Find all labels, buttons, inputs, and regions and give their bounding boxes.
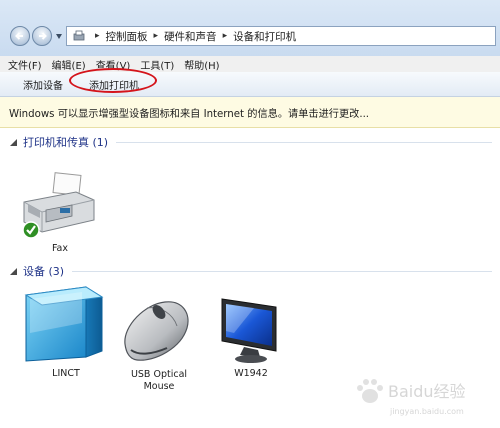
breadcrumb-separator: ▸ (153, 31, 159, 41)
breadcrumb-separator: ▸ (222, 31, 228, 41)
info-bar-text: Windows 可以显示增强型设备图标和来自 Internet 的信息。请单击进… (9, 108, 370, 120)
add-device-button[interactable]: 添加设备 (17, 74, 69, 95)
baidu-watermark: Baidu经验 jingyan.baidu.com (357, 379, 466, 416)
breadcrumb-devices-printers[interactable]: 设备和打印机 (233, 29, 296, 44)
device-item-linct[interactable]: LINCT (22, 283, 110, 380)
menu-file[interactable]: 文件(F) (8, 57, 42, 72)
breadcrumb-separator: ▸ (95, 31, 100, 41)
mouse-icon (124, 301, 189, 361)
group-title-devices: 设备 (3) (23, 265, 65, 278)
info-bar[interactable]: Windows 可以显示增强型设备图标和来自 Internet 的信息。请单击进… (0, 97, 500, 128)
add-printer-button[interactable]: 添加打印机 (69, 67, 157, 95)
menu-tools[interactable]: 工具(T) (140, 57, 174, 72)
command-bar: 添加设备 添加打印机 (0, 67, 500, 97)
monitor-icon (221, 298, 277, 363)
menu-help[interactable]: 帮助(H) (184, 57, 219, 72)
device-item-fax[interactable]: Fax (20, 172, 100, 255)
device-item-w1942[interactable]: W1942 (214, 293, 288, 380)
address-box[interactable]: ▸ 控制面板 ▸ 硬件和声音 ▸ 设备和打印机 (66, 26, 496, 46)
fax-label: Fax (51, 243, 69, 254)
forward-button[interactable] (32, 26, 52, 46)
watermark-url: jingyan.baidu.com (389, 407, 464, 416)
group-title-printers: 打印机和传真 (1) (23, 136, 109, 149)
breadcrumb-control-panel[interactable]: 控制面板 (106, 29, 148, 44)
group-header-devices[interactable]: 设备 (3) (0, 262, 500, 280)
menu-bar: 文件(F) 编辑(E) 查看(V) 工具(T) 帮助(H) (0, 56, 500, 72)
device-item-usb-mouse[interactable]: USB Optical Mouse (117, 292, 201, 393)
computer-cube-icon (24, 286, 104, 362)
fax-icon (22, 172, 95, 239)
menu-edit[interactable]: 编辑(E) (52, 57, 86, 72)
breadcrumb-hardware-sound[interactable]: 硬件和声音 (164, 29, 217, 44)
w1942-label: W1942 (234, 368, 268, 379)
linct-label: LINCT (52, 368, 80, 379)
collapse-triangle-icon (10, 267, 17, 275)
group-divider (116, 141, 492, 143)
back-button[interactable] (10, 26, 30, 46)
address-bar-region: ▸ 控制面板 ▸ 硬件和声音 ▸ 设备和打印机 (0, 0, 500, 56)
group-divider (72, 270, 492, 272)
arrow-right-icon (39, 32, 47, 40)
arrow-left-icon (15, 32, 23, 40)
group-header-printers[interactable]: 打印机和传真 (1) (0, 133, 500, 151)
watermark-text: Baidu经验 (388, 382, 466, 401)
mouse-label-line1: USB Optical (130, 369, 188, 380)
collapse-triangle-icon (10, 138, 17, 146)
devices-printers-icon (73, 30, 85, 41)
recent-pages-dropdown[interactable] (56, 34, 62, 39)
highlight-ring (69, 67, 157, 93)
mouse-label-line2: Mouse (143, 381, 175, 392)
